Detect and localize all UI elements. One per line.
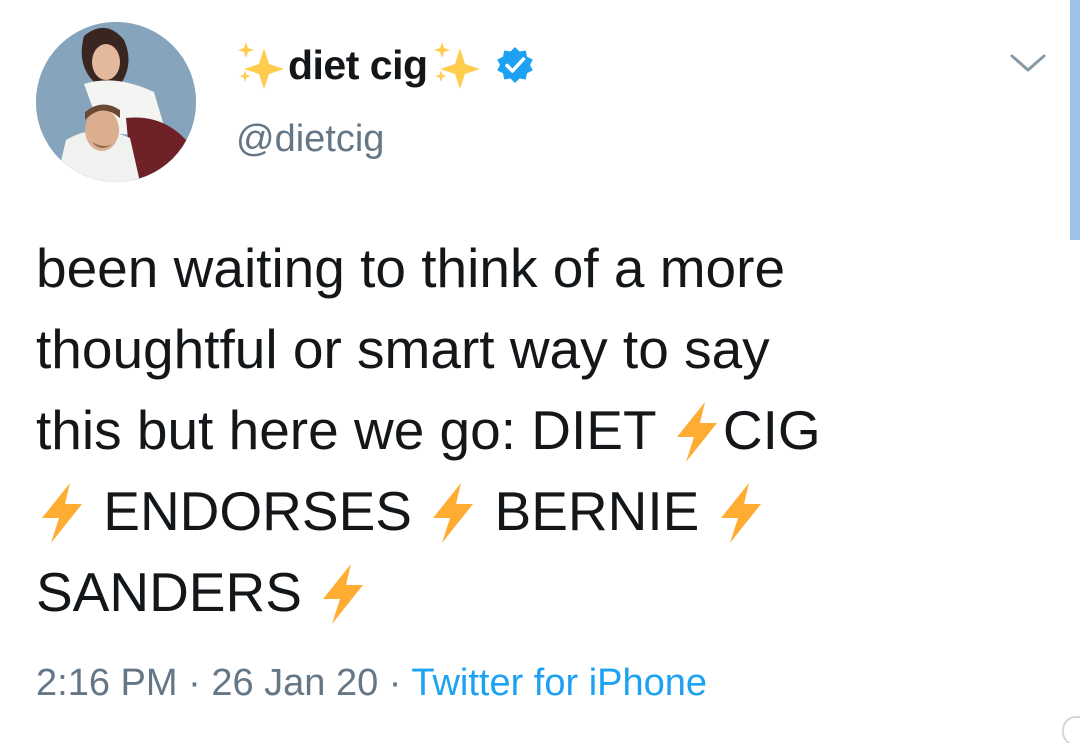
tweet-text-segment: this but here we go: DIET: [36, 399, 671, 461]
lightning-bolt-icon: [671, 401, 723, 463]
tweet-text-line: thoughtful or smart way to say: [36, 309, 1026, 390]
tweet-text-segment: BERNIE: [479, 480, 715, 542]
chevron-down-icon[interactable]: [1008, 48, 1048, 78]
meta-separator: ·: [378, 662, 412, 704]
tweet-text-line: this but here we go: DIET CIG: [36, 390, 1026, 471]
tweet-text-segment: CIG: [722, 399, 821, 461]
tweet-text-line: SANDERS: [36, 552, 1026, 633]
tweet-text: been waiting to think of a more thoughtfu…: [36, 228, 1026, 633]
verified-badge-icon: [496, 46, 534, 84]
lightning-bolt-icon: [715, 482, 767, 544]
lightning-bolt-icon: [427, 482, 479, 544]
tweet-meta: 2:16 PM · 26 Jan 20 · Twitter for iPhone: [36, 662, 707, 705]
lightning-bolt-icon: [36, 482, 88, 544]
floating-action-edge[interactable]: [1062, 716, 1080, 743]
tweet-text-segment: ENDORSES: [88, 480, 428, 542]
tweet-date: 26 Jan 20: [211, 662, 379, 704]
tweet-text-segment: SANDERS: [36, 561, 318, 623]
tweet-text-line: ENDORSES BERNIE: [36, 471, 1026, 552]
avatar[interactable]: [36, 22, 196, 182]
lightning-bolt-icon: [317, 563, 369, 625]
sparkles-icon: [432, 40, 482, 90]
tweet-text-segment: thoughtful or smart way to say: [36, 318, 770, 380]
sparkles-icon: [236, 40, 286, 90]
tweet-time: 2:16 PM: [36, 662, 178, 704]
display-name-text: diet cig: [288, 41, 428, 88]
tweet-text-line: been waiting to think of a more: [36, 228, 1026, 309]
display-name[interactable]: diet cig: [236, 38, 534, 92]
tweet-source-link[interactable]: Twitter for iPhone: [411, 662, 707, 704]
user-handle[interactable]: @dietcig: [236, 118, 384, 161]
meta-separator: ·: [177, 662, 212, 704]
tweet-text-segment: been waiting to think of a more: [36, 237, 786, 299]
scrollbar[interactable]: [1070, 0, 1080, 240]
